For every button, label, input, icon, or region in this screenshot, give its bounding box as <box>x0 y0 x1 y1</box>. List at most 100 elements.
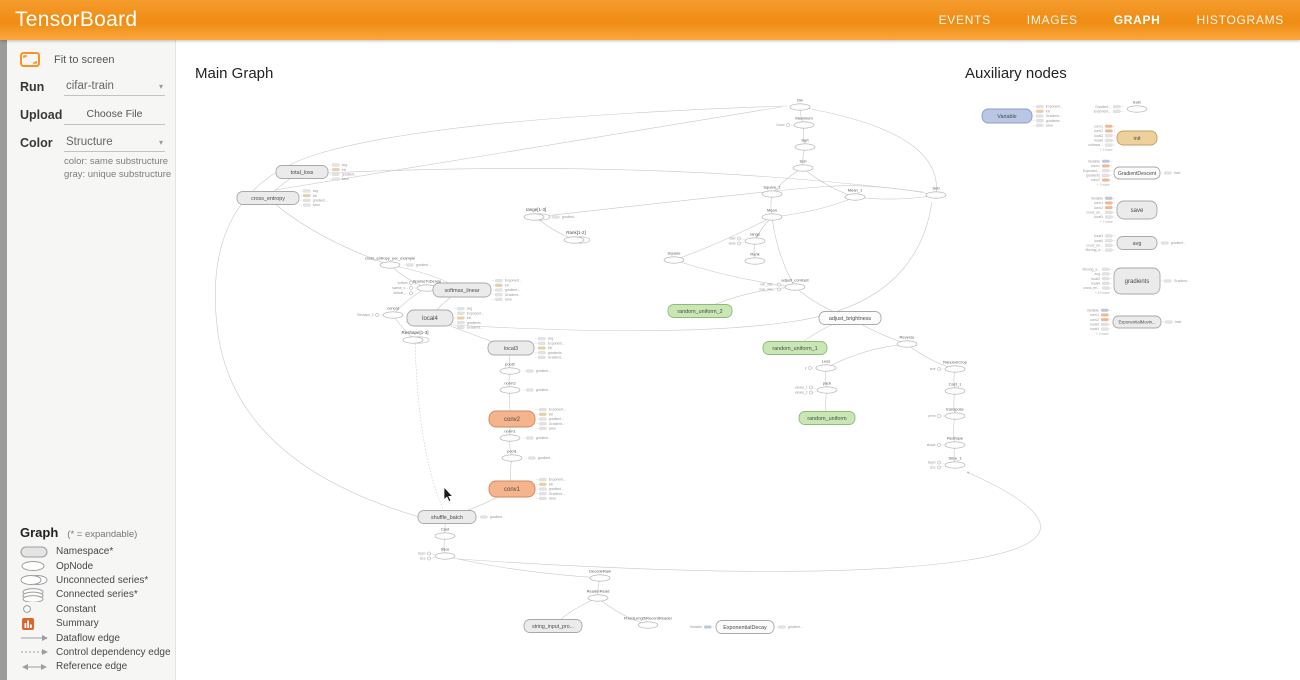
graph-node-aux_gd[interactable]: GradientDescenttrainVariableconv1Exponen… <box>1083 159 1181 187</box>
legend-note: (* = expandable) <box>67 529 137 540</box>
color-hint-2: gray: unique substructure <box>64 169 175 182</box>
fit-to-screen-button[interactable]: Fit to screen <box>14 40 175 69</box>
tab-events[interactable]: EVENTS <box>939 13 991 27</box>
choose-file-button[interactable]: Choose File <box>64 105 165 125</box>
graph-node-aux_gradients[interactable]: gradientsGradient...Moving_a...avglocal3… <box>1082 267 1189 295</box>
color-select[interactable]: Structure ▾ <box>64 134 165 152</box>
svg-text:save: save <box>1131 208 1144 214</box>
graph-node-pool1[interactable]: pool1gradient... <box>502 449 553 462</box>
reference-edge-icon <box>20 660 56 674</box>
svg-text:gradient...: gradient... <box>1171 241 1186 245</box>
svg-text:local3: local3 <box>1094 234 1103 238</box>
graph-node-Slice_1[interactable]: Slice_1beginsize <box>928 456 965 470</box>
graph-node-local3[interactable]: local3avgExponent...initgradientsGradien… <box>488 337 565 360</box>
graph-node-pool2[interactable]: pool2gradient... <box>500 362 551 375</box>
svg-text:size: size <box>420 557 426 561</box>
graph-node-Sub[interactable]: Sub <box>793 159 813 172</box>
graph-node-total_loss[interactable]: total_lossavginitgradient...save <box>276 163 357 181</box>
svg-text:Exponent...: Exponent... <box>467 311 484 315</box>
graph-node-Sub_1[interactable]: Sub <box>926 186 946 199</box>
graph-node-aux_save[interactable]: saveVariableconv1conv2cross_en...local3+… <box>1086 196 1157 224</box>
graph-edge <box>907 344 955 369</box>
graph-node-aux_ema[interactable]: ExponentialMovin...trainVariableconv1con… <box>1087 308 1182 336</box>
svg-text:train: train <box>1174 171 1181 175</box>
graph-node-Less[interactable]: Lessy <box>805 359 836 372</box>
graph-node-Square[interactable]: Square <box>664 251 684 264</box>
svg-text:DecodeRaw: DecodeRaw <box>589 569 611 574</box>
graph-node-Slice[interactable]: Slicebeginsize <box>418 547 455 561</box>
svg-text:Gradient...: Gradient... <box>1046 114 1062 118</box>
graph-node-Div[interactable]: Div <box>790 98 810 111</box>
graph-node-random_uniform_1[interactable]: random_uniform_1 <box>763 342 827 355</box>
graph-node-adjust_contrast[interactable]: adjust_contrastmin_valu...max_valu... <box>759 278 809 292</box>
graph-node-Mean_1[interactable]: Mean_1 <box>845 188 865 201</box>
graph-node-string_input[interactable]: string_input_pro... <box>524 620 582 633</box>
graph-node-ExponentialDecay[interactable]: ExponentialDecaygradient...Variable <box>690 621 803 634</box>
legend-item-label: Constant <box>56 604 96 615</box>
tab-graph[interactable]: GRAPH <box>1114 13 1161 27</box>
graph-node-aux_init[interactable]: initconv1conv2local3local4softmax...+ 3 … <box>1088 124 1157 152</box>
graph-node-random_uniform_2[interactable]: random_uniform_2 <box>668 305 732 318</box>
graph-edge <box>855 195 936 199</box>
svg-text:cross_entropy_per_example: cross_entropy_per_example <box>365 256 416 261</box>
graph-node-Mean[interactable]: Mean <box>762 208 782 221</box>
svg-text:Square: Square <box>668 251 682 256</box>
graph-node-softmax_linear[interactable]: softmax_linearExponent...initgradient...… <box>433 279 522 302</box>
graph-canvas[interactable]: total_lossavginitgradient...save cross_en… <box>175 40 1300 680</box>
svg-text:avg: avg <box>548 337 554 341</box>
graph-node-DecodeRaw[interactable]: DecodeRaw <box>589 569 611 582</box>
graph-node-norm2[interactable]: norm2gradient... <box>500 381 551 394</box>
graph-node-range[interactable]: rangestartdelta <box>729 232 765 246</box>
svg-text:adjust_contrast: adjust_contrast <box>781 278 809 283</box>
graph-node-Rank[interactable]: Rank <box>745 252 765 265</box>
legend-item-series-unconnected: Unconnected series* <box>20 573 170 587</box>
graph-pane: Main Graph Auxiliary nodes total_lossavg… <box>175 40 1300 680</box>
graph-node-shuffle_batch[interactable]: shuffle_batchgradient... <box>418 511 505 524</box>
svg-text:cross_en...: cross_en... <box>1086 243 1103 247</box>
graph-node-aux_variable[interactable]: VariableExponent...initGradient...gradie… <box>982 105 1063 128</box>
svg-text:Sqrt: Sqrt <box>801 138 809 143</box>
constant-icon <box>20 602 56 616</box>
graph-node-cepe[interactable]: cross_entropy_per_examplegradient... <box>365 256 431 269</box>
svg-text:conv1: conv1 <box>1091 164 1100 168</box>
graph-node-norm1[interactable]: norm1gradient... <box>500 429 551 442</box>
svg-text:+ 7 more: + 7 more <box>1100 220 1113 224</box>
svg-text:Reshape: Reshape <box>947 436 964 441</box>
svg-text:softmax...: softmax... <box>1088 143 1103 147</box>
svg-text:cross_entropy: cross_entropy <box>251 196 285 202</box>
graph-node-transpose[interactable]: transposeperm <box>928 407 965 420</box>
graph-node-range13[interactable]: range[1-3]gradient... <box>524 207 577 220</box>
graph-node-cross_entropy[interactable]: cross_entropyavginitgradient...save <box>237 189 328 207</box>
graph-node-Maximum[interactable]: MaximumConst <box>776 116 814 129</box>
legend-item-label: Unconnected series* <box>56 575 148 586</box>
graph-node-Reshape[interactable]: Reshapeshape <box>927 436 965 449</box>
graph-node-FLRR[interactable]: FixedLengthRecordReader <box>624 616 673 629</box>
graph-node-Cast[interactable]: Cast <box>435 527 455 540</box>
graph-node-random_uniform[interactable]: random_uniform <box>799 412 855 425</box>
series-connected-icon <box>20 588 56 602</box>
run-select[interactable]: cifar-train ▾ <box>64 78 165 96</box>
graph-node-conv2[interactable]: conv2Exponent...initgradient...Gradient.… <box>489 408 566 431</box>
graph-node-Sqrt[interactable]: Sqrt <box>795 138 815 151</box>
color-hints: color: same substructure gray: unique su… <box>64 156 175 182</box>
graph-edge <box>415 340 447 517</box>
tab-histograms[interactable]: HISTOGRAMS <box>1197 13 1284 27</box>
svg-text:Less: Less <box>822 359 830 364</box>
svg-text:pool1: pool1 <box>507 449 518 454</box>
graph-node-Cast_1[interactable]: Cast_1 <box>945 382 965 395</box>
graph-node-aux_train[interactable]: trainGradient...Exponent... <box>1094 100 1147 114</box>
graph-node-concat[interactable]: concatReshape_2 <box>357 306 403 319</box>
graph-node-local4[interactable]: local4avgExponent...initgradientsGradien… <box>407 307 484 330</box>
graph-node-aux_avg[interactable]: avggradient...local3local4cross_en...Mov… <box>1085 234 1185 252</box>
legend-item-series-connected: Connected series* <box>20 588 170 602</box>
graph-node-adjust_brightness[interactable]: adjust_brightness <box>819 312 881 325</box>
graph-node-Reverse[interactable]: Reverse <box>897 335 917 348</box>
svg-text:ReaderRead: ReaderRead <box>587 589 610 594</box>
graph-node-Reshape13[interactable]: Reshape[1-3] <box>401 330 429 343</box>
graph-node-pack[interactable]: packvalues_1values_2 <box>795 381 837 395</box>
graph-legend: Graph (* = expandable) Namespace*OpNodeU… <box>20 525 170 674</box>
graph-node-ReaderRead[interactable]: ReaderRead <box>587 589 610 602</box>
svg-text:Gradient...: Gradient... <box>549 492 565 496</box>
graph-node-conv1[interactable]: conv1Exponent...initgradient...Gradient.… <box>489 478 566 501</box>
tab-images[interactable]: IMAGES <box>1027 13 1078 27</box>
